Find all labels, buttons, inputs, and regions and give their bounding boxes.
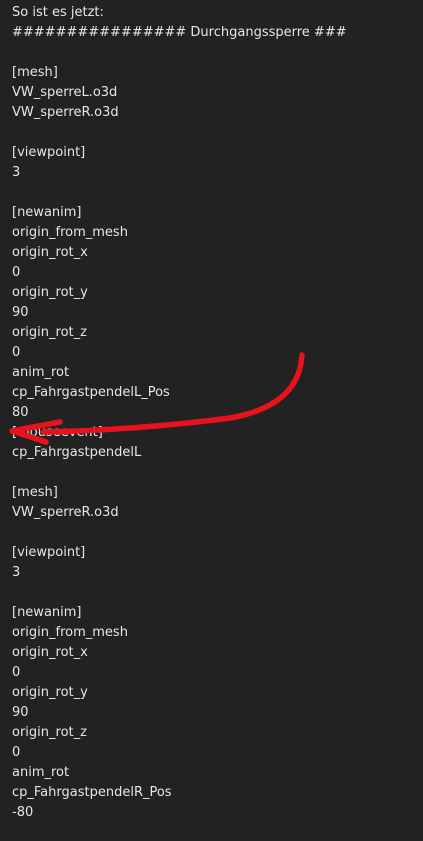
viewpoint-value: 3	[12, 565, 21, 580]
origin-rot-y-key: origin_rot_y	[12, 285, 88, 300]
origin-rot-x-key: origin_rot_x	[12, 645, 88, 660]
post-content: So ist es jetzt: ################ Durchg…	[12, 3, 419, 823]
origin-rot-z-key: origin_rot_z	[12, 725, 87, 740]
origin-rot-y-value: 90	[12, 705, 29, 720]
origin-rot-y-value: 90	[12, 305, 29, 320]
anim-rot-value: 80	[12, 405, 29, 420]
mesh-file-left: VW_sperreL.o3d	[12, 85, 118, 100]
origin-from-mesh: origin_from_mesh	[12, 225, 128, 240]
viewpoint-value: 3	[12, 165, 21, 180]
anim-rot-key: anim_rot	[12, 765, 70, 780]
origin-rot-x-value: 0	[12, 665, 21, 680]
newanim-tag: [newanim]	[12, 205, 82, 220]
origin-rot-y-key: origin_rot_y	[12, 685, 88, 700]
origin-rot-z-value: 0	[12, 345, 21, 360]
viewpoint-tag: [viewpoint]	[12, 145, 86, 160]
mesh-file-right: VW_sperreR.o3d	[12, 505, 119, 520]
newanim-tag: [newanim]	[12, 605, 82, 620]
anim-rot-variable: cp_FahrgastpendelR_Pos	[12, 785, 172, 800]
origin-rot-z-value: 0	[12, 745, 21, 760]
mouseevent-tag: [mouseevent]	[12, 425, 103, 440]
origin-rot-x-value: 0	[12, 265, 21, 280]
mesh-tag: [mesh]	[12, 65, 58, 80]
anim-rot-key: anim_rot	[12, 365, 70, 380]
origin-rot-x-key: origin_rot_x	[12, 245, 88, 260]
viewpoint-tag: [viewpoint]	[12, 545, 86, 560]
anim-rot-value: -80	[12, 805, 34, 820]
mesh-file-right: VW_sperreR.o3d	[12, 105, 119, 120]
intro-text: So ist es jetzt:	[12, 5, 104, 20]
anim-rot-variable: cp_FahrgastpendelL_Pos	[12, 385, 170, 400]
origin-from-mesh: origin_from_mesh	[12, 625, 128, 640]
origin-rot-z-key: origin_rot_z	[12, 325, 87, 340]
mesh-tag: [mesh]	[12, 485, 58, 500]
mouseevent-value: cp_FahrgastpendelL	[12, 445, 142, 460]
section-header: ################ Durchgangssperre ###	[12, 25, 347, 40]
